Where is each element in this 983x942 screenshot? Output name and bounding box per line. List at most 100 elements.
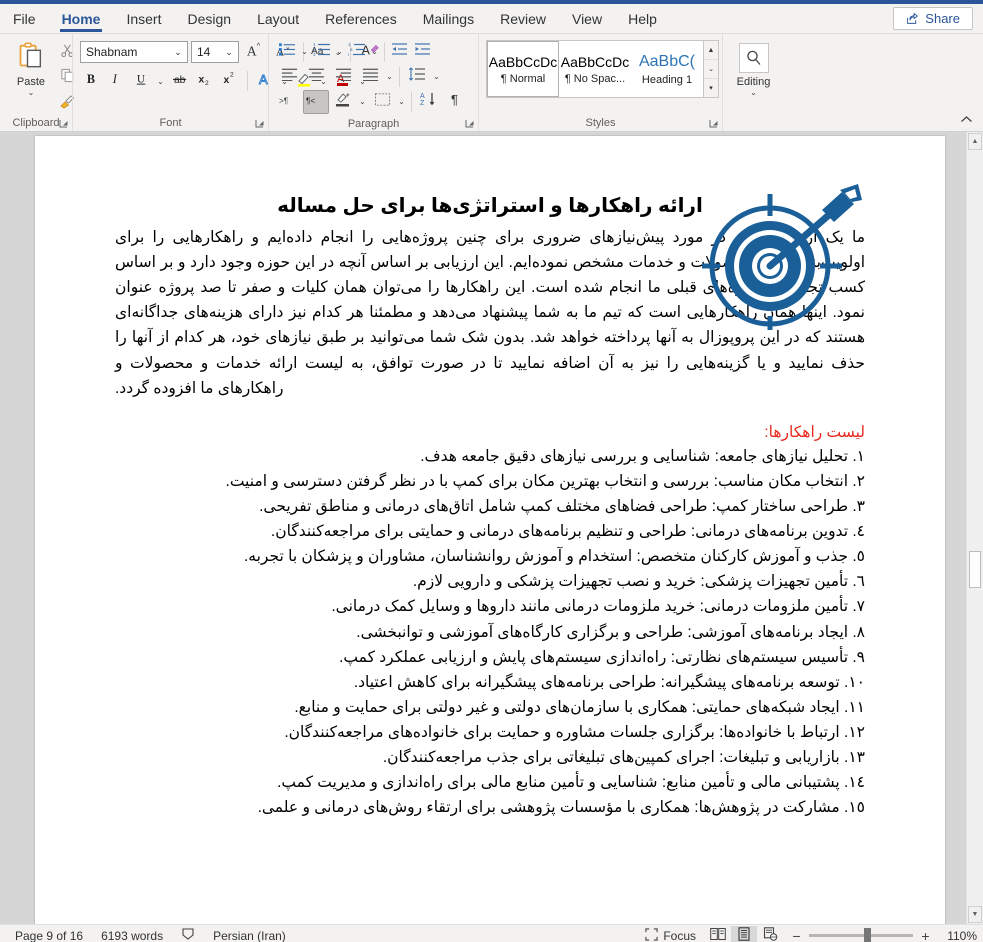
- zoom-out-icon[interactable]: −: [791, 928, 802, 942]
- tab-help[interactable]: Help: [615, 4, 670, 33]
- underline-icon: U: [134, 71, 149, 91]
- ribbon-tabbar: File Home Insert Design Layout Reference…: [0, 4, 983, 34]
- paste-dropdown-icon[interactable]: ⌄: [26, 88, 37, 97]
- right-to-left-text-button[interactable]: ¶<: [303, 89, 329, 114]
- line-spacing-chevron-down-icon[interactable]: ⌄: [431, 72, 442, 81]
- zoom-in-icon[interactable]: +: [920, 928, 931, 942]
- font-group-body: Shabnam ⌄ 14 ⌄ A ^ A ⌄ Aa ⌄ A B I U ⌄ ab…: [78, 37, 379, 115]
- vertical-scrollbar[interactable]: ▲ ▼: [966, 132, 983, 924]
- bold-button[interactable]: B: [80, 70, 102, 92]
- multilevel-list-chevron-down-icon[interactable]: ⌄: [369, 47, 380, 56]
- clipboard-controls: Paste ⌄: [5, 37, 81, 114]
- proofing-status[interactable]: [172, 927, 204, 942]
- focus-mode-button[interactable]: Focus: [636, 927, 705, 942]
- show-formatting-marks-button[interactable]: ¶: [443, 90, 469, 114]
- font-separator-3: [247, 71, 248, 91]
- italic-button[interactable]: I: [105, 70, 127, 92]
- decrease-indent-button[interactable]: [389, 41, 411, 63]
- vertical-scroll-track[interactable]: [967, 151, 983, 905]
- tab-insert[interactable]: Insert: [113, 4, 174, 33]
- style-item-heading-1[interactable]: AaBbC( Heading 1: [631, 41, 703, 97]
- print-layout-button[interactable]: [731, 925, 757, 942]
- editing-chevron-down-icon[interactable]: ⌄: [748, 88, 759, 97]
- borders-button[interactable]: [369, 90, 395, 114]
- list-item: ۸. ایجاد برنامه‌های آموزشی: طراحی و برگز…: [356, 623, 865, 641]
- underline-button[interactable]: U: [130, 70, 152, 92]
- shading-chevron-down-icon[interactable]: ⌄: [357, 97, 368, 106]
- align-center-button[interactable]: [303, 65, 329, 89]
- tab-design[interactable]: Design: [174, 4, 244, 33]
- justify-button[interactable]: [357, 65, 383, 89]
- bullet-list-button[interactable]: [276, 41, 298, 63]
- font-dialog-launcher-icon[interactable]: [254, 118, 266, 130]
- word-count[interactable]: 6193 words: [92, 929, 172, 942]
- styles-dialog-launcher-icon[interactable]: [708, 118, 720, 130]
- numbered-list-button[interactable]: 123: [311, 41, 333, 63]
- shading-button[interactable]: [330, 90, 356, 114]
- numbered-list-chevron-down-icon[interactable]: ⌄: [334, 47, 345, 56]
- scroll-up-icon[interactable]: ▲: [968, 133, 982, 150]
- list-item: ۱٤. پشتیبانی مالی و تأمین منابع: شناسایی…: [277, 774, 865, 792]
- language-label: Persian (Iran): [213, 928, 286, 942]
- grow-font-button[interactable]: A ^: [242, 40, 268, 64]
- superscript-button[interactable]: x2: [219, 70, 241, 92]
- paragraph-row-3: >¶ ¶< ⌄ ⌄ AZ ¶: [276, 89, 469, 114]
- clipboard-dialog-launcher-icon[interactable]: [58, 118, 70, 130]
- read-mode-button[interactable]: [705, 926, 731, 942]
- subscript-icon: x2: [197, 71, 213, 91]
- tab-layout[interactable]: Layout: [244, 4, 312, 33]
- font-size-chevron-down-icon[interactable]: ⌄: [222, 47, 236, 58]
- justify-chevron-down-icon[interactable]: ⌄: [384, 72, 395, 81]
- document-scroll-region[interactable]: ارائه راهکارها و استراتژی‌ها برای حل مسا…: [0, 132, 966, 924]
- tab-review[interactable]: Review: [487, 4, 559, 33]
- increase-indent-button[interactable]: [412, 41, 434, 63]
- collapse-ribbon-button[interactable]: [956, 113, 977, 129]
- zoom-slider-thumb[interactable]: [864, 928, 871, 942]
- tab-references[interactable]: References: [312, 4, 410, 33]
- styles-scroll-down-icon[interactable]: ⌄: [704, 59, 718, 78]
- styles-gallery-more-icon[interactable]: ▾: [704, 78, 718, 97]
- borders-chevron-down-icon[interactable]: ⌄: [396, 97, 407, 106]
- scroll-down-icon[interactable]: ▼: [968, 906, 982, 923]
- styles-scroll-up-icon[interactable]: ▲: [704, 41, 718, 59]
- font-size-combo[interactable]: 14 ⌄: [191, 41, 239, 63]
- paragraph-separator-1: [384, 41, 385, 62]
- share-button[interactable]: Share: [893, 7, 973, 30]
- align-left-button[interactable]: [276, 65, 302, 89]
- web-layout-button[interactable]: [757, 926, 783, 942]
- bold-icon: B: [84, 71, 99, 91]
- word-count-label: 6193 words: [101, 928, 164, 942]
- zoom-level[interactable]: 110%: [939, 929, 977, 942]
- bullet-list-chevron-down-icon[interactable]: ⌄: [299, 47, 310, 56]
- paste-button[interactable]: Paste ⌄: [8, 39, 54, 114]
- style-item-no-spacing[interactable]: AaBbCcDc ¶ No Spac...: [559, 41, 631, 97]
- paragraph-dialog-launcher-icon[interactable]: [464, 118, 476, 130]
- line-spacing-button[interactable]: [404, 65, 430, 89]
- tab-file[interactable]: File: [0, 4, 49, 33]
- page-indicator[interactable]: Page 9 of 16: [6, 929, 92, 942]
- font-name-combo[interactable]: Shabnam ⌄: [80, 41, 188, 63]
- style-item-normal[interactable]: AaBbCcDc ¶ Normal: [487, 41, 559, 97]
- left-to-right-text-button[interactable]: >¶: [276, 90, 302, 114]
- bullet-list-icon: [278, 42, 296, 61]
- ribbon: Paste ⌄ Clipboard Shabnam ⌄ 14 ⌄ A ^ A ⌄…: [0, 34, 983, 132]
- strikethrough-button[interactable]: ab: [169, 70, 191, 92]
- multilevel-list-button[interactable]: 1ai: [346, 41, 368, 63]
- underline-chevron-down-icon[interactable]: ⌄: [155, 77, 166, 86]
- align-center-icon: [308, 67, 325, 86]
- subscript-button[interactable]: x2: [194, 70, 216, 92]
- editing-button[interactable]: Editing ⌄: [728, 37, 779, 97]
- list-item: ۳. طراحی ساختار کمپ: طراحی فضاهای مختلف …: [259, 497, 865, 515]
- document-page[interactable]: ارائه راهکارها و استراتژی‌ها برای حل مسا…: [35, 136, 945, 924]
- tab-view[interactable]: View: [559, 4, 615, 33]
- tab-home[interactable]: Home: [49, 4, 114, 33]
- align-right-button[interactable]: [330, 65, 356, 89]
- zoom-slider-track[interactable]: [809, 928, 913, 942]
- language-indicator[interactable]: Persian (Iran): [204, 929, 295, 942]
- print-layout-icon: [737, 927, 751, 942]
- sort-button[interactable]: AZ: [416, 90, 442, 114]
- vertical-scroll-thumb[interactable]: [969, 551, 981, 588]
- tab-mailings[interactable]: Mailings: [410, 4, 487, 33]
- font-name-chevron-down-icon[interactable]: ⌄: [171, 47, 185, 58]
- svg-text:ab: ab: [173, 75, 185, 86]
